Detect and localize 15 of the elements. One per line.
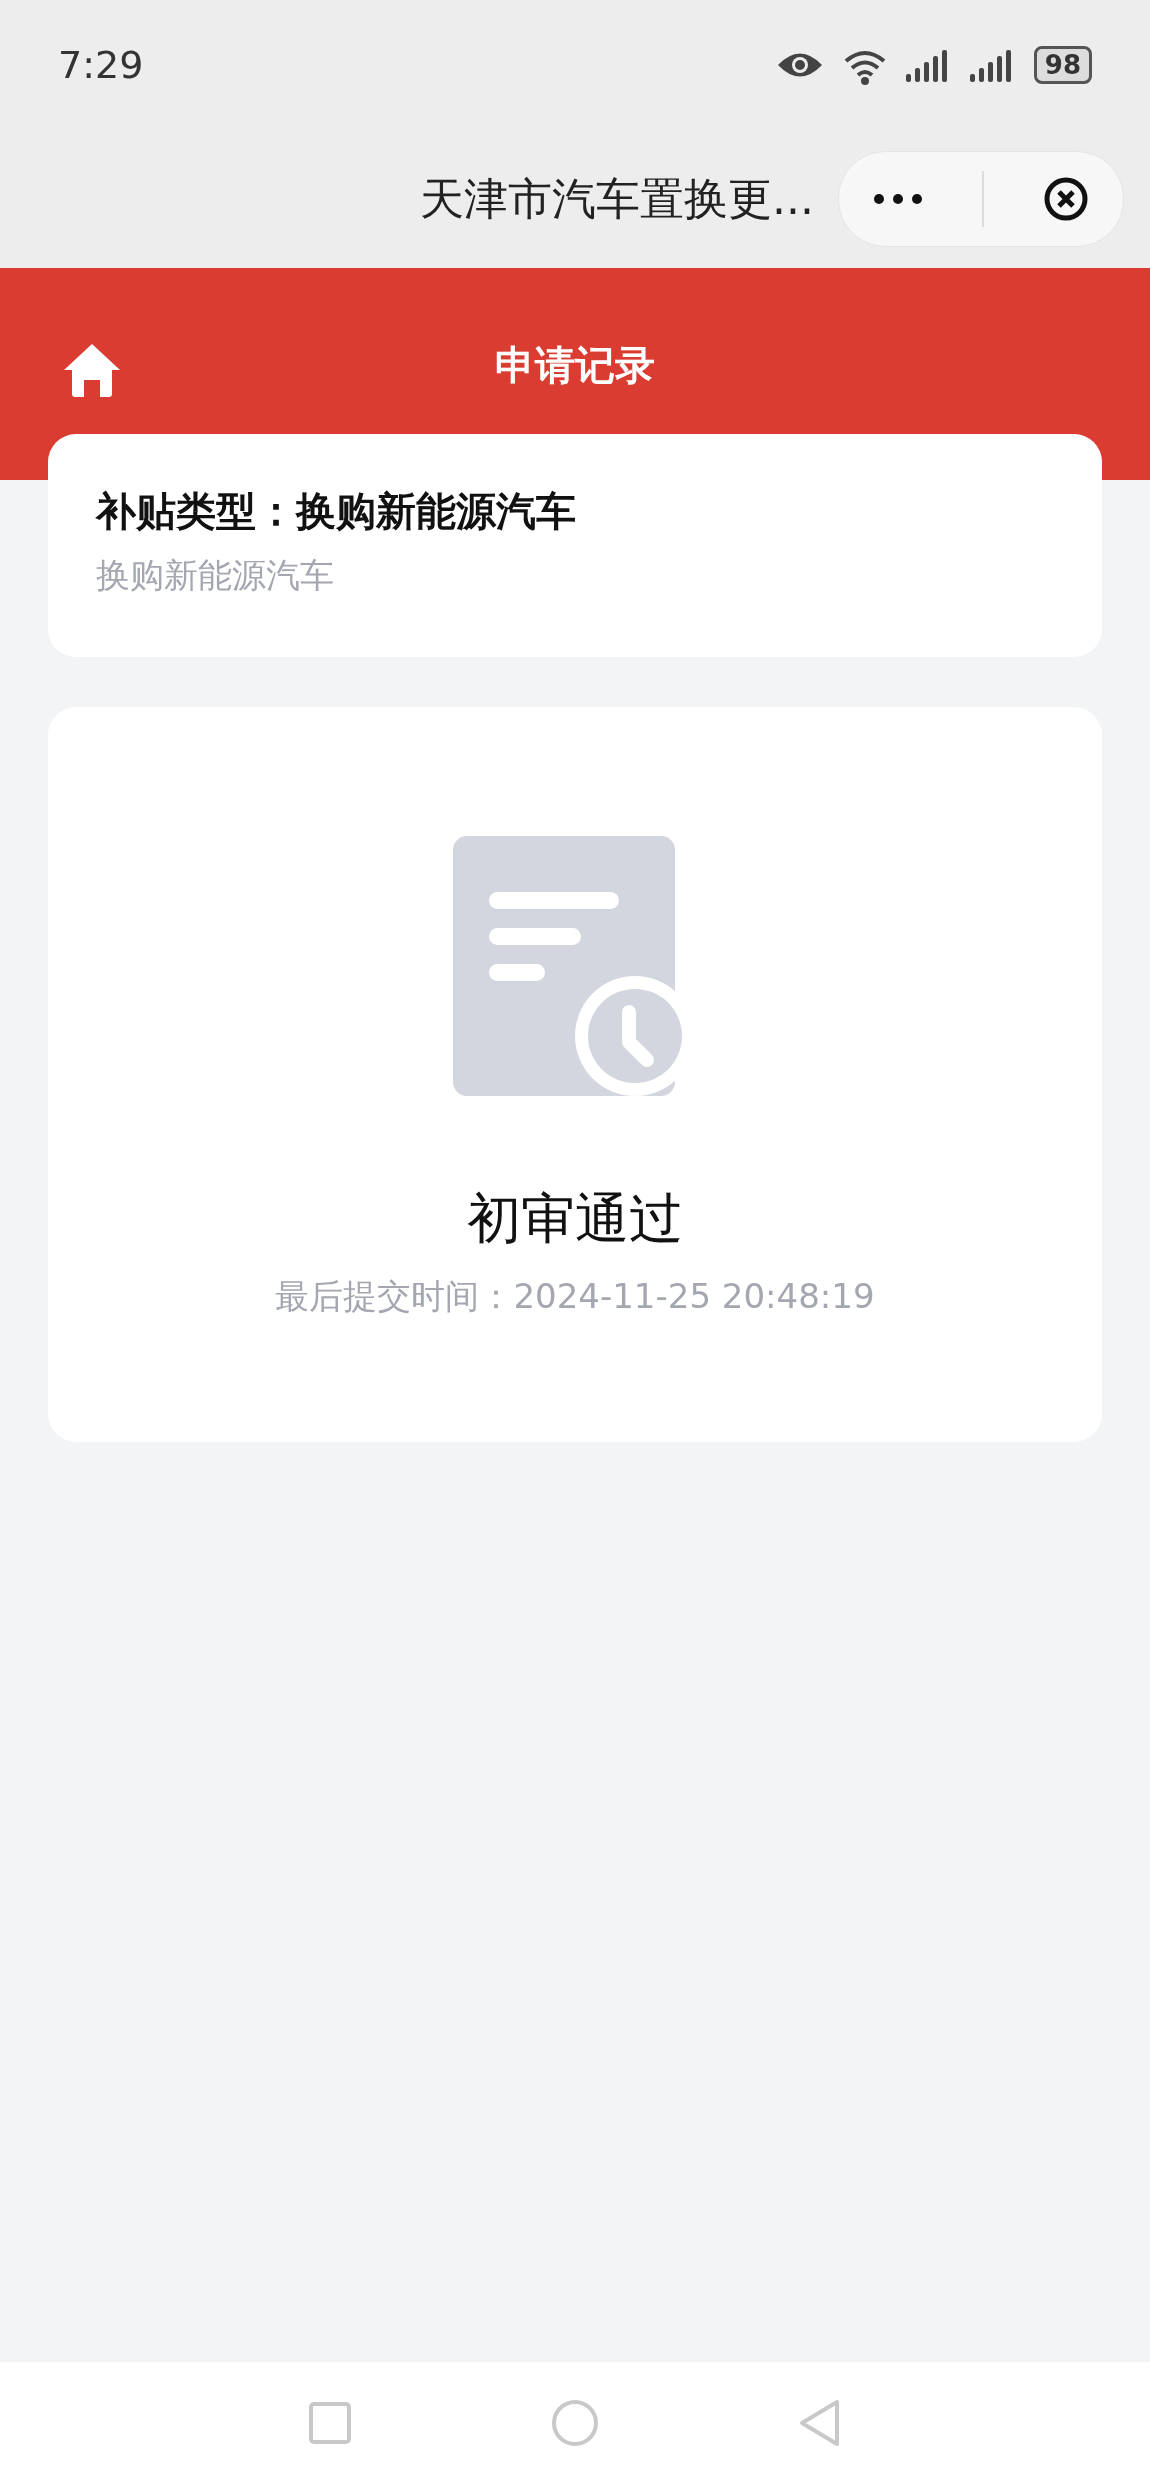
battery-level: 98 [1033,46,1092,84]
square-icon [309,2401,351,2444]
close-icon [1042,176,1089,222]
clock-time: 7:29 [58,43,144,87]
subsidy-type-title: 补贴类型：换购新能源汽车 [96,487,577,536]
window-title: 天津市汽车置换更... [420,171,814,226]
home-icon [62,342,122,398]
home-button[interactable] [62,342,122,398]
page-title: 申请记录 [495,341,655,390]
subsidy-type-subtitle: 换购新能源汽车 [96,554,335,597]
submission-time: 最后提交时间：2024-11-25 20:48:19 [275,1275,875,1318]
back-icon [799,2398,841,2447]
review-status: 初审通过 [467,1186,683,1252]
circle-icon [551,2398,599,2447]
more-icon [873,193,924,205]
